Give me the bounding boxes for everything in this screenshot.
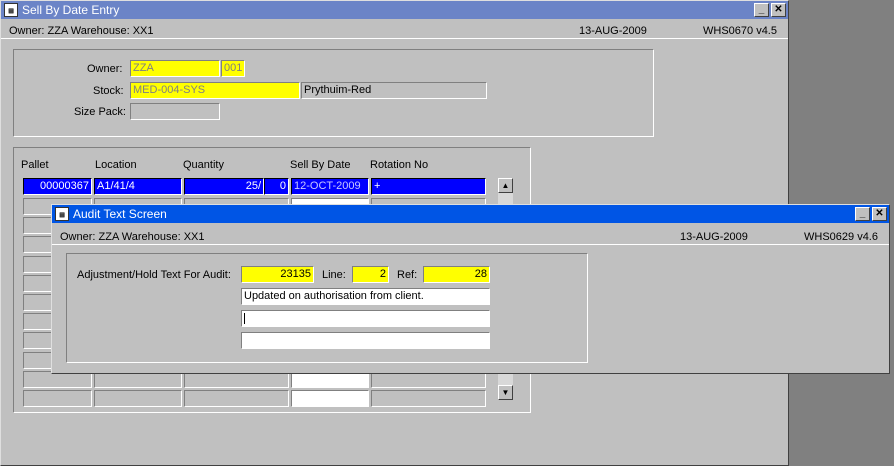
audit-window: ▦ Audit Text Screen _ ✕ Owner: ZZA Wareh… xyxy=(51,204,890,374)
ref-number-field[interactable]: 28 xyxy=(423,266,490,283)
info-date: 13-AUG-2009 xyxy=(680,231,748,243)
text-cursor xyxy=(244,313,245,324)
location-cell[interactable]: A1/41/4 xyxy=(94,178,182,195)
audit-text-line-2[interactable] xyxy=(241,310,490,327)
col-pallet: Pallet xyxy=(21,159,49,171)
adjustment-label: Adjustment/Hold Text For Audit: xyxy=(77,269,231,281)
pallet-cell[interactable]: 00000367 xyxy=(23,178,92,195)
quantity-secondary-cell[interactable]: 0 xyxy=(264,178,289,195)
stock-label: Stock: xyxy=(93,85,124,97)
table-cell[interactable] xyxy=(371,390,486,407)
minimize-button[interactable]: _ xyxy=(754,3,769,17)
app-icon: ▦ xyxy=(55,207,69,221)
quantity-cell[interactable]: 25/ xyxy=(184,178,264,195)
form-version: WHS0670 v4.5 xyxy=(703,25,777,37)
app-icon: ▦ xyxy=(4,3,18,17)
size-pack-field[interactable] xyxy=(130,103,220,120)
scroll-down-button[interactable]: ▼ xyxy=(498,385,513,400)
size-pack-label: Size Pack: xyxy=(74,106,126,118)
close-button[interactable]: ✕ xyxy=(872,207,887,221)
line-number-field[interactable]: 2 xyxy=(352,266,389,283)
main-window-title: Sell By Date Entry xyxy=(22,3,120,17)
table-cell[interactable] xyxy=(291,390,369,407)
audit-text-line-1[interactable]: Updated on authorisation from client. xyxy=(241,288,490,305)
main-infobar: Owner: ZZA Warehouse: XX1 13-AUG-2009 WH… xyxy=(1,23,788,39)
col-sell-by-date: Sell By Date xyxy=(290,159,351,171)
audit-infobar: Owner: ZZA Warehouse: XX1 13-AUG-2009 WH… xyxy=(52,229,889,245)
table-cell[interactable] xyxy=(184,390,289,407)
col-location: Location xyxy=(95,159,137,171)
table-cell[interactable] xyxy=(23,390,92,407)
ref-label: Ref: xyxy=(397,269,418,281)
owner-code-field[interactable]: ZZA xyxy=(130,60,220,77)
audit-titlebar[interactable]: ▦ Audit Text Screen _ ✕ xyxy=(52,205,889,223)
form-version: WHS0629 v4.6 xyxy=(804,231,878,243)
line-label: Line: xyxy=(322,269,346,281)
owner-warehouse-info: Owner: ZZA Warehouse: XX1 xyxy=(9,25,154,37)
owner-number-field[interactable]: 001 xyxy=(221,60,245,77)
table-cell[interactable] xyxy=(94,390,182,407)
minimize-button[interactable]: _ xyxy=(855,207,870,221)
close-button[interactable]: ✕ xyxy=(771,3,786,17)
owner-warehouse-info: Owner: ZZA Warehouse: XX1 xyxy=(60,231,205,243)
info-date: 13-AUG-2009 xyxy=(579,25,647,37)
owner-label: Owner: xyxy=(87,63,123,75)
main-titlebar[interactable]: ▦ Sell By Date Entry _ ✕ xyxy=(1,1,788,19)
audit-text-line-3[interactable] xyxy=(241,332,490,349)
stock-code-field[interactable]: MED-004-SYS xyxy=(130,82,300,99)
scroll-up-button[interactable]: ▲ xyxy=(498,178,513,193)
sell-by-date-cell[interactable]: 12-OCT-2009 xyxy=(291,178,369,195)
rotation-cell[interactable]: + xyxy=(371,178,486,195)
col-quantity: Quantity xyxy=(183,159,224,171)
stock-description-field: Prythuim-Red xyxy=(301,82,487,99)
col-rotation-no: Rotation No xyxy=(370,159,429,171)
audit-window-title: Audit Text Screen xyxy=(73,207,167,221)
adjustment-number-field[interactable]: 23135 xyxy=(241,266,314,283)
